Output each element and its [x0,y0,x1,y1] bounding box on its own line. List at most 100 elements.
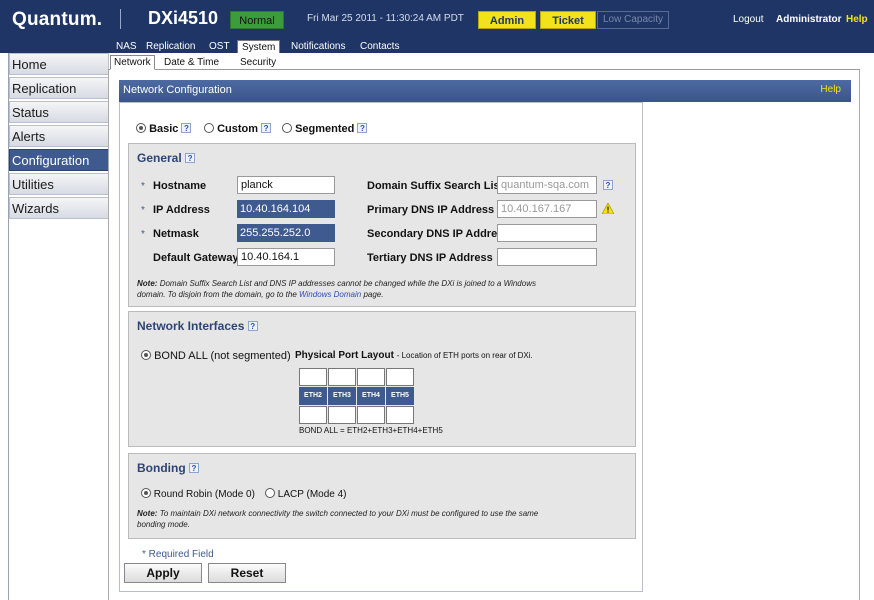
lacp-radio[interactable] [265,488,275,498]
logout-link[interactable]: Logout [733,14,764,25]
basic-label: Basic [149,123,179,135]
page-help-link[interactable]: Help [820,84,841,95]
secondary-dns-field[interactable] [497,224,597,242]
model-name: DXi4510 [148,8,219,28]
tertiary-dns-label: Tertiary DNS IP Address [367,252,493,264]
required-marker: * [141,181,145,192]
topnav-contacts[interactable]: Contacts [360,41,399,52]
custom-radio[interactable] [204,123,214,133]
help-icon[interactable]: ? [189,463,199,473]
port-slot [386,368,414,386]
app-header: Quantum. DXi4510 Normal Fri Mar 25 2011 … [0,0,874,40]
tab-date-time[interactable]: Date & Time [164,57,219,68]
netmask-field[interactable]: 255.255.252.0 [237,224,335,242]
help-icon[interactable]: ? [185,153,196,163]
primary-dns-label: Primary DNS IP Address [367,204,495,216]
header-datetime: Fri Mar 25 2011 - 11:30:24 AM PDT [307,13,464,24]
windows-domain-link[interactable]: Windows Domain [299,290,361,299]
bond-all-option[interactable]: BOND ALL (not segmented) [141,350,291,362]
general-note: Note: Domain Suffix Search List and DNS … [137,278,557,300]
port-slot [328,406,356,424]
interfaces-title-text: Network Interfaces [137,319,245,333]
help-icon[interactable]: ? [247,321,258,331]
mode-custom[interactable]: Custom ? [204,123,272,135]
bonding-title-text: Bonding [137,461,186,475]
ip-address-label: IP Address [153,204,210,216]
port-slot [299,406,327,424]
domain-suffix-field[interactable]: quantum-sqa.com [497,176,597,194]
network-config-panel: Basic ? Custom ? Segmented ? General ? *… [119,102,643,592]
help-icon[interactable]: ? [603,180,613,190]
sidebar-item-alerts[interactable]: Alerts [9,125,109,147]
topnav-nas[interactable]: NAS [116,41,137,52]
warning-icon[interactable] [602,203,614,214]
network-interfaces-section: Network Interfaces ? BOND ALL (not segme… [128,311,636,447]
reset-button[interactable]: Reset [208,563,286,583]
bonding-note-text: To maintain DXi network connectivity the… [137,509,539,529]
port-layout-title: Physical Port Layout [295,350,394,361]
hostname-field[interactable]: planck [237,176,335,194]
lacp-label: LACP (Mode 4) [277,489,347,500]
mode-segmented[interactable]: Segmented ? [282,123,368,135]
topnav-notifications[interactable]: Notifications [291,41,345,52]
low-capacity-indicator[interactable]: Low Capacity [597,11,669,29]
gateway-label: Default Gateway [153,252,239,264]
header-help-link[interactable]: Help [846,14,868,25]
tab-network[interactable]: Network [110,55,155,70]
main-content: Network Configuration Help Basic ? Custo… [108,70,860,600]
ip-address-field[interactable]: 10.40.164.104 [237,200,335,218]
ticket-alert-button[interactable]: Ticket [540,11,596,29]
port-eth3: ETH3 [328,387,356,405]
mode-basic[interactable]: Basic ? [136,123,192,135]
interfaces-title: Network Interfaces ? [137,319,258,333]
bonding-note-prefix: Note: [137,509,158,518]
port-slot [386,406,414,424]
sidebar-item-replication[interactable]: Replication [9,77,109,99]
sidebar-item-configuration[interactable]: Configuration [9,149,109,171]
bond-formula: BOND ALL = ETH2+ETH3+ETH4+ETH5 [299,426,443,435]
bond-all-radio[interactable] [141,350,151,360]
topnav-ost[interactable]: OST [209,41,230,52]
port-slot [357,368,385,386]
segmented-label: Segmented [295,123,355,135]
segmented-radio[interactable] [282,123,292,133]
status-badge[interactable]: Normal [230,11,284,29]
header-divider [120,9,121,29]
round-robin-radio[interactable] [141,488,151,498]
sidebar-item-status[interactable]: Status [9,101,109,123]
help-icon[interactable]: ? [181,123,192,133]
sub-nav: Network Date & Time Security [108,55,860,70]
round-robin-option[interactable]: Round Robin (Mode 0) [141,488,255,500]
port-layout-desc: - Location of ETH ports on rear of DXi. [396,351,533,360]
sidebar: Home Replication Status Alerts Configura… [8,53,109,600]
custom-label: Custom [217,123,259,135]
sidebar-item-home[interactable]: Home [9,53,109,75]
bond-all-label: BOND ALL (not segmented) [154,350,291,362]
port-slot [357,406,385,424]
topnav-system[interactable]: System [237,40,281,53]
help-icon[interactable]: ? [357,123,368,133]
admin-alert-button[interactable]: Admin [478,11,536,29]
sidebar-item-wizards[interactable]: Wizards [9,197,109,219]
port-slot [328,368,356,386]
port-eth2: ETH2 [299,387,327,405]
note-suffix: page. [363,290,384,299]
lacp-option[interactable]: LACP (Mode 4) [265,488,347,500]
basic-radio[interactable] [136,123,146,133]
port-eth5: ETH5 [386,387,414,405]
topnav-replication[interactable]: Replication [146,41,195,52]
gateway-field[interactable]: 10.40.164.1 [237,248,335,266]
tab-security[interactable]: Security [240,57,276,68]
general-title-text: General [137,151,182,165]
section-bar: Network Configuration Help [119,80,851,102]
bonding-section: Bonding ? Round Robin (Mode 0) LACP (Mod… [128,453,636,539]
port-layout-heading: Physical Port Layout - Location of ETH p… [295,350,595,361]
apply-button[interactable]: Apply [124,563,202,583]
tertiary-dns-field[interactable] [497,248,597,266]
primary-dns-field[interactable]: 10.40.167.167 [497,200,597,218]
required-marker: * [141,205,145,216]
help-icon[interactable]: ? [261,123,272,133]
note-prefix: Note: [137,279,158,288]
current-user: Administrator [776,14,842,25]
sidebar-item-utilities[interactable]: Utilities [9,173,109,195]
